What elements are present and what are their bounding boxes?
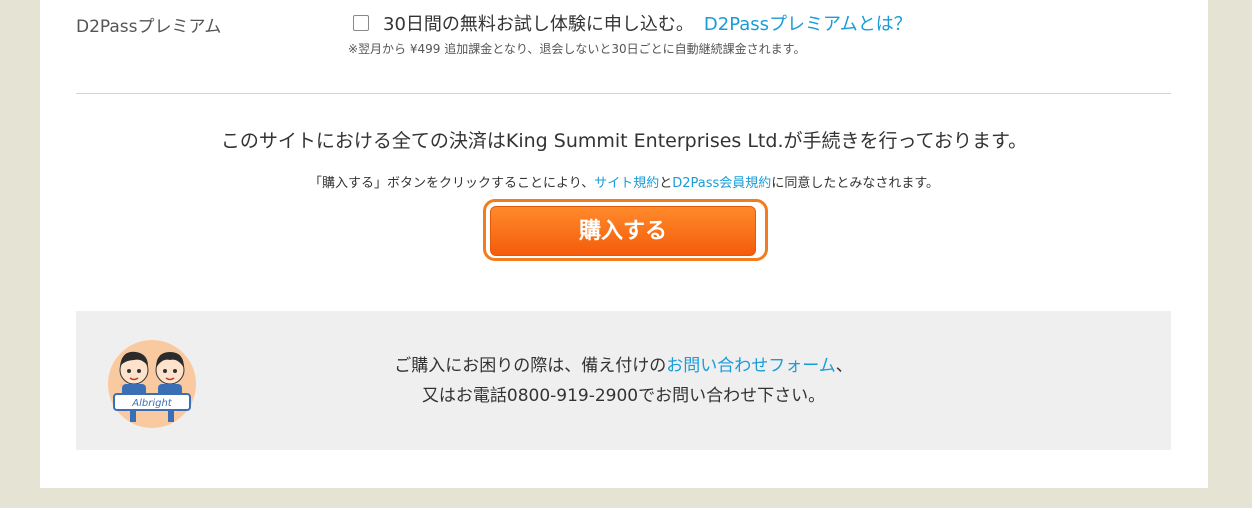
premium-info-link[interactable]: D2Passプレミアムとは？: [704, 14, 912, 35]
premium-label: D2Passプレミアム: [76, 17, 222, 37]
buy-button[interactable]: 購入する: [490, 206, 756, 256]
help-line1-suffix: 、: [835, 356, 853, 376]
terms-consent-notice: 「購入する」ボタンをクリックすることにより、サイト規約とD2Pass会員規約に同…: [40, 172, 1208, 191]
help-line-2: 又はお電話0800-919-2900でお問い合わせ下さい。: [421, 386, 826, 406]
consent-connector: と: [659, 176, 673, 191]
premium-trial-text: 30日間の無料お試し体験に申し込む。: [383, 14, 694, 35]
premium-trial-checkbox[interactable]: [353, 15, 369, 31]
purchase-panel: D2Passプレミアム 30日間の無料お試し体験に申し込む。 D2Passプレミア…: [40, 0, 1208, 488]
premium-billing-note: ※翌月から ¥499 追加課金となり、退会しないと30日ごとに自動継続課金されま…: [348, 42, 806, 56]
member-terms-link[interactable]: D2Pass会員規約: [672, 176, 771, 191]
help-line1-prefix: ご購入にお困りの際は、備え付けの: [394, 356, 667, 376]
settlement-notice: このサイトにおける全ての決済はKing Summit Enterprises L…: [220, 130, 1028, 152]
contact-form-link[interactable]: お問い合わせフォーム: [666, 356, 836, 376]
premium-option-row: D2Passプレミアム 30日間の無料お試し体験に申し込む。 D2Passプレミア…: [76, 10, 1176, 60]
help-box: Albright ご購入にお困りの際は、備え付けのお問い合わせフォーム、 又はお…: [76, 311, 1171, 450]
site-terms-link[interactable]: サイト規約: [594, 176, 659, 191]
section-divider: [76, 93, 1171, 94]
consent-prefix: 「購入する」ボタンをクリックすることにより、: [308, 176, 595, 191]
help-line-1: ご購入にお困りの際は、備え付けのお問い合わせフォーム、: [76, 351, 1171, 381]
premium-trial-option: 30日間の無料お試し体験に申し込む。 D2Passプレミアムとは？: [353, 10, 912, 36]
consent-suffix: に同意したとみなされます。: [771, 176, 940, 191]
help-text: ご購入にお困りの際は、備え付けのお問い合わせフォーム、 又はお電話0800-91…: [76, 351, 1171, 411]
